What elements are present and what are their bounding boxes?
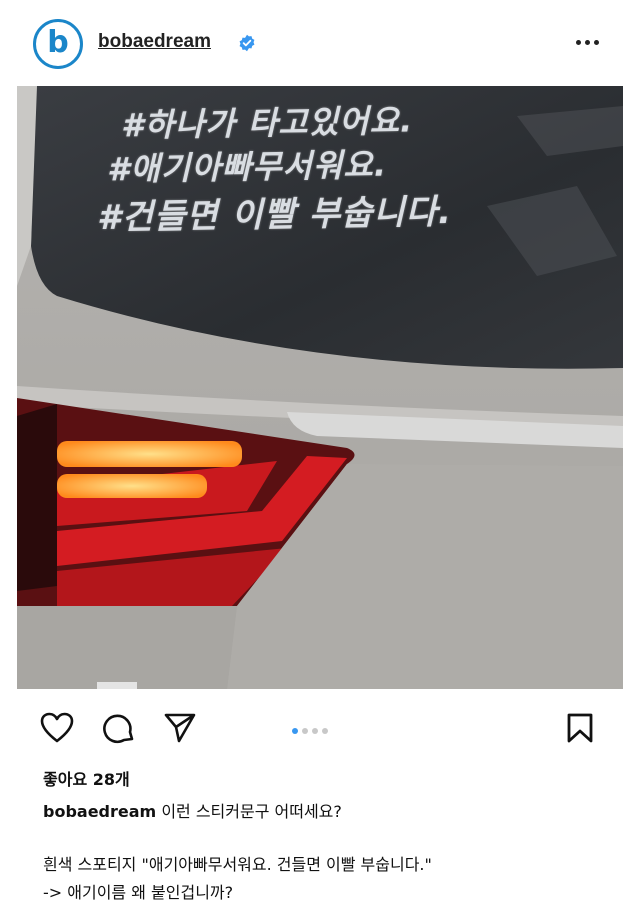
- post-header: b bobaedream: [0, 0, 640, 86]
- caption-text: 이런 스티커문구 어떠세요?: [161, 802, 342, 821]
- bookmark-icon[interactable]: [565, 712, 595, 744]
- sticker-text-line-3: #건들면 이빨 부숩니다.: [96, 191, 453, 239]
- carousel-dot: [312, 728, 318, 734]
- caption-line-3: -> 애기이름 왜 붙인겁니까?: [43, 883, 234, 902]
- post-username[interactable]: bobaedream: [98, 31, 211, 53]
- comment-icon[interactable]: [103, 712, 137, 746]
- avatar[interactable]: b: [33, 19, 83, 69]
- caption: bobaedream 이런 스티커문구 어떠세요?: [43, 798, 342, 822]
- caption-line-2: 흰색 스포티지 "애기아빠무서워요. 건들면 이빨 부숩니다.": [43, 855, 432, 874]
- sticker-text-line-2: #애기아빠무서워요.: [106, 145, 388, 189]
- caption-username[interactable]: bobaedream: [43, 802, 156, 821]
- avatar-logo-letter: b: [47, 25, 69, 60]
- post-photo: #하나가 타고있어요. #애기아빠무서워요. #건들면 이빨 부숩니다.: [17, 86, 623, 689]
- send-icon[interactable]: [163, 712, 197, 744]
- carousel-dot: [322, 728, 328, 734]
- carousel-indicator: [292, 719, 332, 734]
- heart-icon[interactable]: [40, 712, 74, 744]
- carousel-dot: [302, 728, 308, 734]
- carousel-dot: [292, 728, 298, 734]
- like-count[interactable]: 좋아요 28개: [43, 766, 130, 790]
- more-options-icon[interactable]: [574, 32, 602, 52]
- verified-badge-icon: [239, 34, 255, 52]
